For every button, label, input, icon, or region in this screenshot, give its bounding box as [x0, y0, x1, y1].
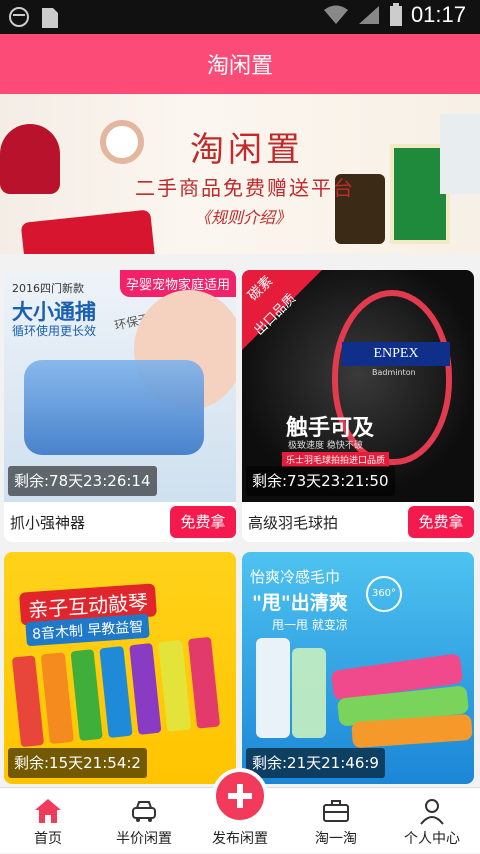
free-take-button[interactable]: 免费拿: [170, 506, 236, 538]
product-name: 高级羽毛球拍: [248, 514, 339, 532]
countdown-timer: 剩余:21天21:46:9: [246, 748, 385, 778]
product-slogan: "甩"出清爽: [252, 592, 348, 614]
user-icon: [420, 799, 444, 825]
car-icon: [132, 801, 156, 822]
product-box-decoration-2: [440, 114, 480, 194]
battery-icon: [389, 3, 402, 26]
watch-decoration: [100, 120, 144, 164]
page-title: 淘闲置: [206, 54, 273, 79]
banner-rules-link[interactable]: 《规则介绍》: [195, 204, 291, 228]
tab-label: 半价闲置: [116, 831, 172, 847]
racket-model: Badminton: [372, 368, 416, 377]
tab-profile[interactable]: 个人中心: [384, 788, 480, 854]
banner-subtitle: 二手商品免费赠送平台: [135, 176, 355, 200]
tab-label: 首页: [34, 831, 62, 847]
product-card[interactable]: 孕婴宠物家庭适用 2016四门新款 大小通捕 循环使用更长效 环保无毒 剩余:7…: [4, 270, 236, 542]
banner-title: 淘闲置: [190, 130, 304, 170]
tab-home[interactable]: 首页: [0, 788, 96, 854]
plus-icon: [228, 784, 252, 808]
clock: 01:17: [410, 2, 466, 27]
tab-browse[interactable]: 淘一淘: [288, 788, 384, 854]
face-icon: [9, 7, 29, 27]
heart-decoration: [0, 124, 60, 194]
product-card[interactable]: 碳素 出口品质 ENPEX Badminton 触手可及 极致速度 稳快不破 乐…: [242, 270, 474, 542]
product-badge: 360°: [366, 576, 402, 612]
product-image[interactable]: 碳素 出口品质 ENPEX Badminton 触手可及 极致速度 稳快不破 乐…: [242, 270, 474, 502]
status-bar: 01:17: [0, 0, 480, 34]
product-note: 乐士羽毛球拍拍进口品质: [282, 452, 390, 467]
promo-banner[interactable]: 淘闲置 二手商品免费赠送平台 《规则介绍》: [0, 94, 480, 254]
product-image[interactable]: 孕婴宠物家庭适用 2016四门新款 大小通捕 循环使用更长效 环保无毒 剩余:7…: [4, 270, 236, 502]
racket-brand: ENPEX: [342, 342, 450, 366]
briefcase-icon: [323, 800, 349, 822]
countdown-timer: 剩余:15天21:54:2: [8, 748, 147, 778]
home-icon: [35, 799, 61, 823]
product-sub: 甩一甩 就变凉: [272, 618, 348, 632]
publish-button[interactable]: [212, 768, 268, 824]
xylophone-decoration: [11, 636, 221, 748]
tab-half-price[interactable]: 半价闲置: [96, 788, 192, 854]
product-sub: 循环使用更长效: [12, 324, 97, 338]
bottle-decoration-2: [292, 648, 326, 738]
product-image[interactable]: 怡爽冷感毛巾 "甩"出清爽 甩一甩 就变凉 360° 剩余:21天21:46:9: [242, 552, 474, 784]
product-year: 2016四门新款: [12, 282, 84, 295]
tab-label: 淘一淘: [315, 831, 357, 847]
tab-label: 发布闲置: [212, 831, 268, 847]
product-card[interactable]: 怡爽冷感毛巾 "甩"出清爽 甩一甩 就变凉 360° 剩余:21天21:46:9: [242, 552, 474, 784]
product-info: 高级羽毛球拍 免费拿: [242, 502, 474, 542]
product-detail: 极致速度 稳快不破: [288, 441, 363, 451]
countdown-timer: 剩余:78天23:26:14: [8, 466, 157, 496]
product-info: 抓小强神器 免费拿: [4, 502, 236, 542]
header: 淘闲置: [0, 34, 480, 94]
product-card[interactable]: 亲子互动敲琴 8音木制 早教益智 剩余:15天21:54:2: [4, 552, 236, 784]
free-take-button[interactable]: 免费拿: [408, 506, 474, 538]
sim-icon: [42, 8, 58, 28]
tab-label: 个人中心: [404, 831, 460, 847]
wifi-icon: [323, 5, 348, 24]
bottle-decoration: [256, 638, 290, 738]
countdown-timer: 剩余:73天23:21:50: [246, 466, 395, 496]
signal-icon: [358, 6, 379, 24]
product-name: 抓小强神器: [10, 514, 86, 532]
trap-box-decoration: [24, 360, 204, 455]
wallet-decoration: [20, 209, 160, 254]
product-title: 怡爽冷感毛巾: [250, 568, 341, 586]
product-image[interactable]: 亲子互动敲琴 8音木制 早教益智 剩余:15天21:54:2: [4, 552, 236, 784]
